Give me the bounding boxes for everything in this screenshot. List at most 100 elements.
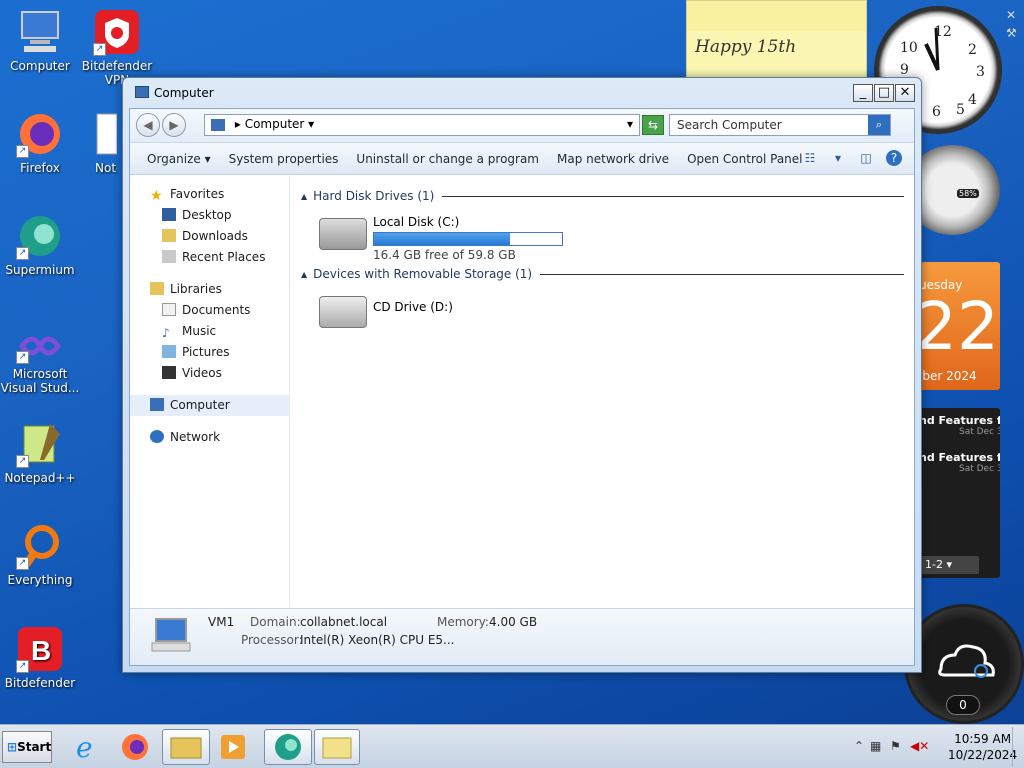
explorer-window: Computer _ □ ✕ ◀ ▶ ▸ Computer ▾ ▾ ⇆ Sear…: [122, 77, 922, 673]
shortcut-arrow-icon: ↗: [16, 145, 29, 158]
desktop-icon-firefox[interactable]: ↗ Firefox: [0, 110, 80, 175]
system-properties-button[interactable]: System properties: [220, 152, 348, 166]
drive-c[interactable]: Local Disk (C:) 16.4 GB free of 59.8 GB: [313, 208, 904, 264]
taskbar-media-player[interactable]: [213, 729, 253, 765]
documents-icon: [162, 303, 176, 316]
address-breadcrumb[interactable]: Computer: [245, 117, 305, 131]
file-list: ▲ Hard Disk Drives (1) Local Disk (C:) 1…: [291, 176, 914, 607]
refresh-button[interactable]: ⇆: [642, 115, 664, 135]
supermium-icon: ↗: [16, 212, 64, 260]
search-placeholder: Search Computer: [677, 118, 782, 132]
desktop-icon-notepad-plus[interactable]: ↗ Notepad++: [0, 420, 80, 485]
drive-d-name: CD Drive (D:): [373, 300, 453, 314]
svg-text:e: e: [76, 731, 93, 764]
address-bar[interactable]: ▸ Computer ▾ ▾: [204, 114, 640, 136]
desktop-icon-note[interactable]: Note: [77, 110, 117, 175]
taskbar-supermium[interactable]: [264, 729, 312, 765]
nav-libraries[interactable]: Libraries: [130, 279, 289, 300]
uninstall-program-button[interactable]: Uninstall or change a program: [347, 152, 548, 166]
desktop-icon-everything[interactable]: ↗ Everything: [0, 522, 80, 587]
window-content: ◀ ▶ ▸ Computer ▾ ▾ ⇆ Search Computer ⌕ O…: [129, 108, 915, 666]
desktop-icon-visual-studio[interactable]: ↗ Microsoft Visual Stud...: [0, 328, 80, 395]
computer-icon: [150, 617, 192, 653]
clock[interactable]: 10:59 AM 10/22/2024: [948, 731, 1017, 763]
desktop-icon-bitdefender-vpn[interactable]: ↗ Bitdefender VPN: [77, 8, 157, 87]
nav-downloads[interactable]: Downloads: [130, 226, 289, 247]
nav-documents[interactable]: Documents: [130, 300, 289, 321]
bitdefender-vpn-icon: ↗: [93, 8, 141, 56]
drive-d[interactable]: CD Drive (D:): [313, 286, 904, 342]
shortcut-arrow-icon: ↗: [93, 43, 106, 56]
address-history-dropdown-icon[interactable]: ▾: [627, 117, 633, 131]
nav-desktop[interactable]: Desktop: [130, 205, 289, 226]
feed-nav-dropdown[interactable]: 1-2 ▾: [919, 556, 979, 574]
computer-icon: [150, 398, 164, 411]
taskbar-firefox[interactable]: [115, 729, 155, 765]
show-desktop-button[interactable]: [1012, 727, 1024, 767]
svg-text:3: 3: [976, 64, 985, 80]
view-options-icon[interactable]: ☷: [802, 150, 818, 166]
desktop-icon-supermium[interactable]: ↗ Supermium: [0, 212, 80, 277]
nav-music[interactable]: ♪ Music: [130, 321, 289, 342]
computer-name: VM1: [208, 615, 235, 629]
firefox-icon: ↗: [16, 110, 64, 158]
map-network-drive-button[interactable]: Map network drive: [548, 152, 678, 166]
show-hidden-icons-icon[interactable]: ⌃: [854, 739, 864, 753]
shortcut-arrow-icon: ↗: [16, 455, 29, 468]
clock-date: 10/22/2024: [948, 748, 1018, 762]
network-tray-icon[interactable]: ▦: [870, 739, 881, 753]
volume-muted-icon[interactable]: ◀✕: [910, 739, 929, 753]
group-header-removable[interactable]: ▲ Devices with Removable Storage (1): [301, 266, 904, 282]
sticky-note-gadget[interactable]: Happy 15th: [686, 0, 867, 80]
nav-favorites[interactable]: ★ Favorites: [130, 184, 289, 205]
forward-button[interactable]: ▶: [162, 113, 186, 137]
desktop-icon-label: Note: [95, 161, 117, 175]
sticky-note-text: Happy 15th: [695, 37, 797, 57]
close-button[interactable]: ✕: [895, 84, 915, 102]
breadcrumb-dropdown-icon[interactable]: ▾: [308, 117, 314, 131]
desktop-icon-bitdefender[interactable]: B ↗ Bitdefender: [0, 625, 80, 690]
collapse-arrow-icon[interactable]: ▲: [301, 192, 307, 201]
collapse-arrow-icon[interactable]: ▲: [301, 270, 307, 279]
open-control-panel-button[interactable]: Open Control Panel: [678, 152, 811, 166]
view-dropdown-icon[interactable]: ▾: [830, 150, 846, 166]
desktop-icon-label: Everything: [7, 573, 73, 587]
address-arrow-icon[interactable]: ▸: [235, 117, 241, 131]
organize-button[interactable]: Organize ▾: [138, 152, 220, 166]
desktop-icon-label: Firefox: [20, 161, 60, 175]
network-icon: [150, 430, 164, 443]
taskbar-folder[interactable]: [314, 729, 360, 765]
clock-time: 10:59 AM: [954, 732, 1012, 746]
desktop-icon-computer[interactable]: Computer: [0, 8, 80, 73]
cd-drive-icon: [319, 296, 367, 328]
search-input[interactable]: Search Computer ⌕: [669, 114, 891, 136]
supermium-icon: [275, 734, 301, 760]
svg-text:2: 2: [968, 42, 977, 58]
nav-pictures[interactable]: Pictures: [130, 342, 289, 363]
details-pane: VM1 Domain: collabnet.local Memory: 4.00…: [130, 608, 914, 665]
start-button[interactable]: ⊞Start: [2, 731, 52, 763]
taskbar-explorer[interactable]: [162, 729, 210, 765]
back-button[interactable]: ◀: [136, 113, 160, 137]
computer-icon: [211, 118, 225, 131]
preview-pane-icon[interactable]: ◫: [858, 150, 874, 166]
minimize-button[interactable]: _: [853, 84, 873, 102]
drive-c-capacity-bar: [373, 232, 563, 246]
nav-videos[interactable]: Videos: [130, 363, 289, 384]
desktop-icon-label: Notepad++: [4, 471, 76, 485]
taskbar-internet-explorer[interactable]: e: [68, 729, 108, 765]
gadget-settings-icon[interactable]: ✕: [1006, 8, 1016, 22]
group-header-hard-disks[interactable]: ▲ Hard Disk Drives (1): [301, 188, 904, 204]
action-center-flag-icon[interactable]: ⚑: [890, 739, 901, 753]
title-bar[interactable]: Computer _ □ ✕: [123, 78, 921, 106]
bitdefender-icon: B ↗: [16, 625, 64, 673]
nav-recent-places[interactable]: Recent Places: [130, 247, 289, 268]
cpu-meter-value: 58%: [957, 189, 979, 198]
wrench-icon[interactable]: ⚒: [1006, 26, 1017, 40]
nav-network[interactable]: Network: [130, 427, 289, 448]
help-icon[interactable]: ?: [886, 150, 902, 166]
window-title: Computer: [154, 86, 214, 100]
search-icon[interactable]: ⌕: [868, 115, 890, 135]
nav-computer[interactable]: Computer: [130, 395, 289, 416]
maximize-button[interactable]: □: [874, 84, 894, 102]
